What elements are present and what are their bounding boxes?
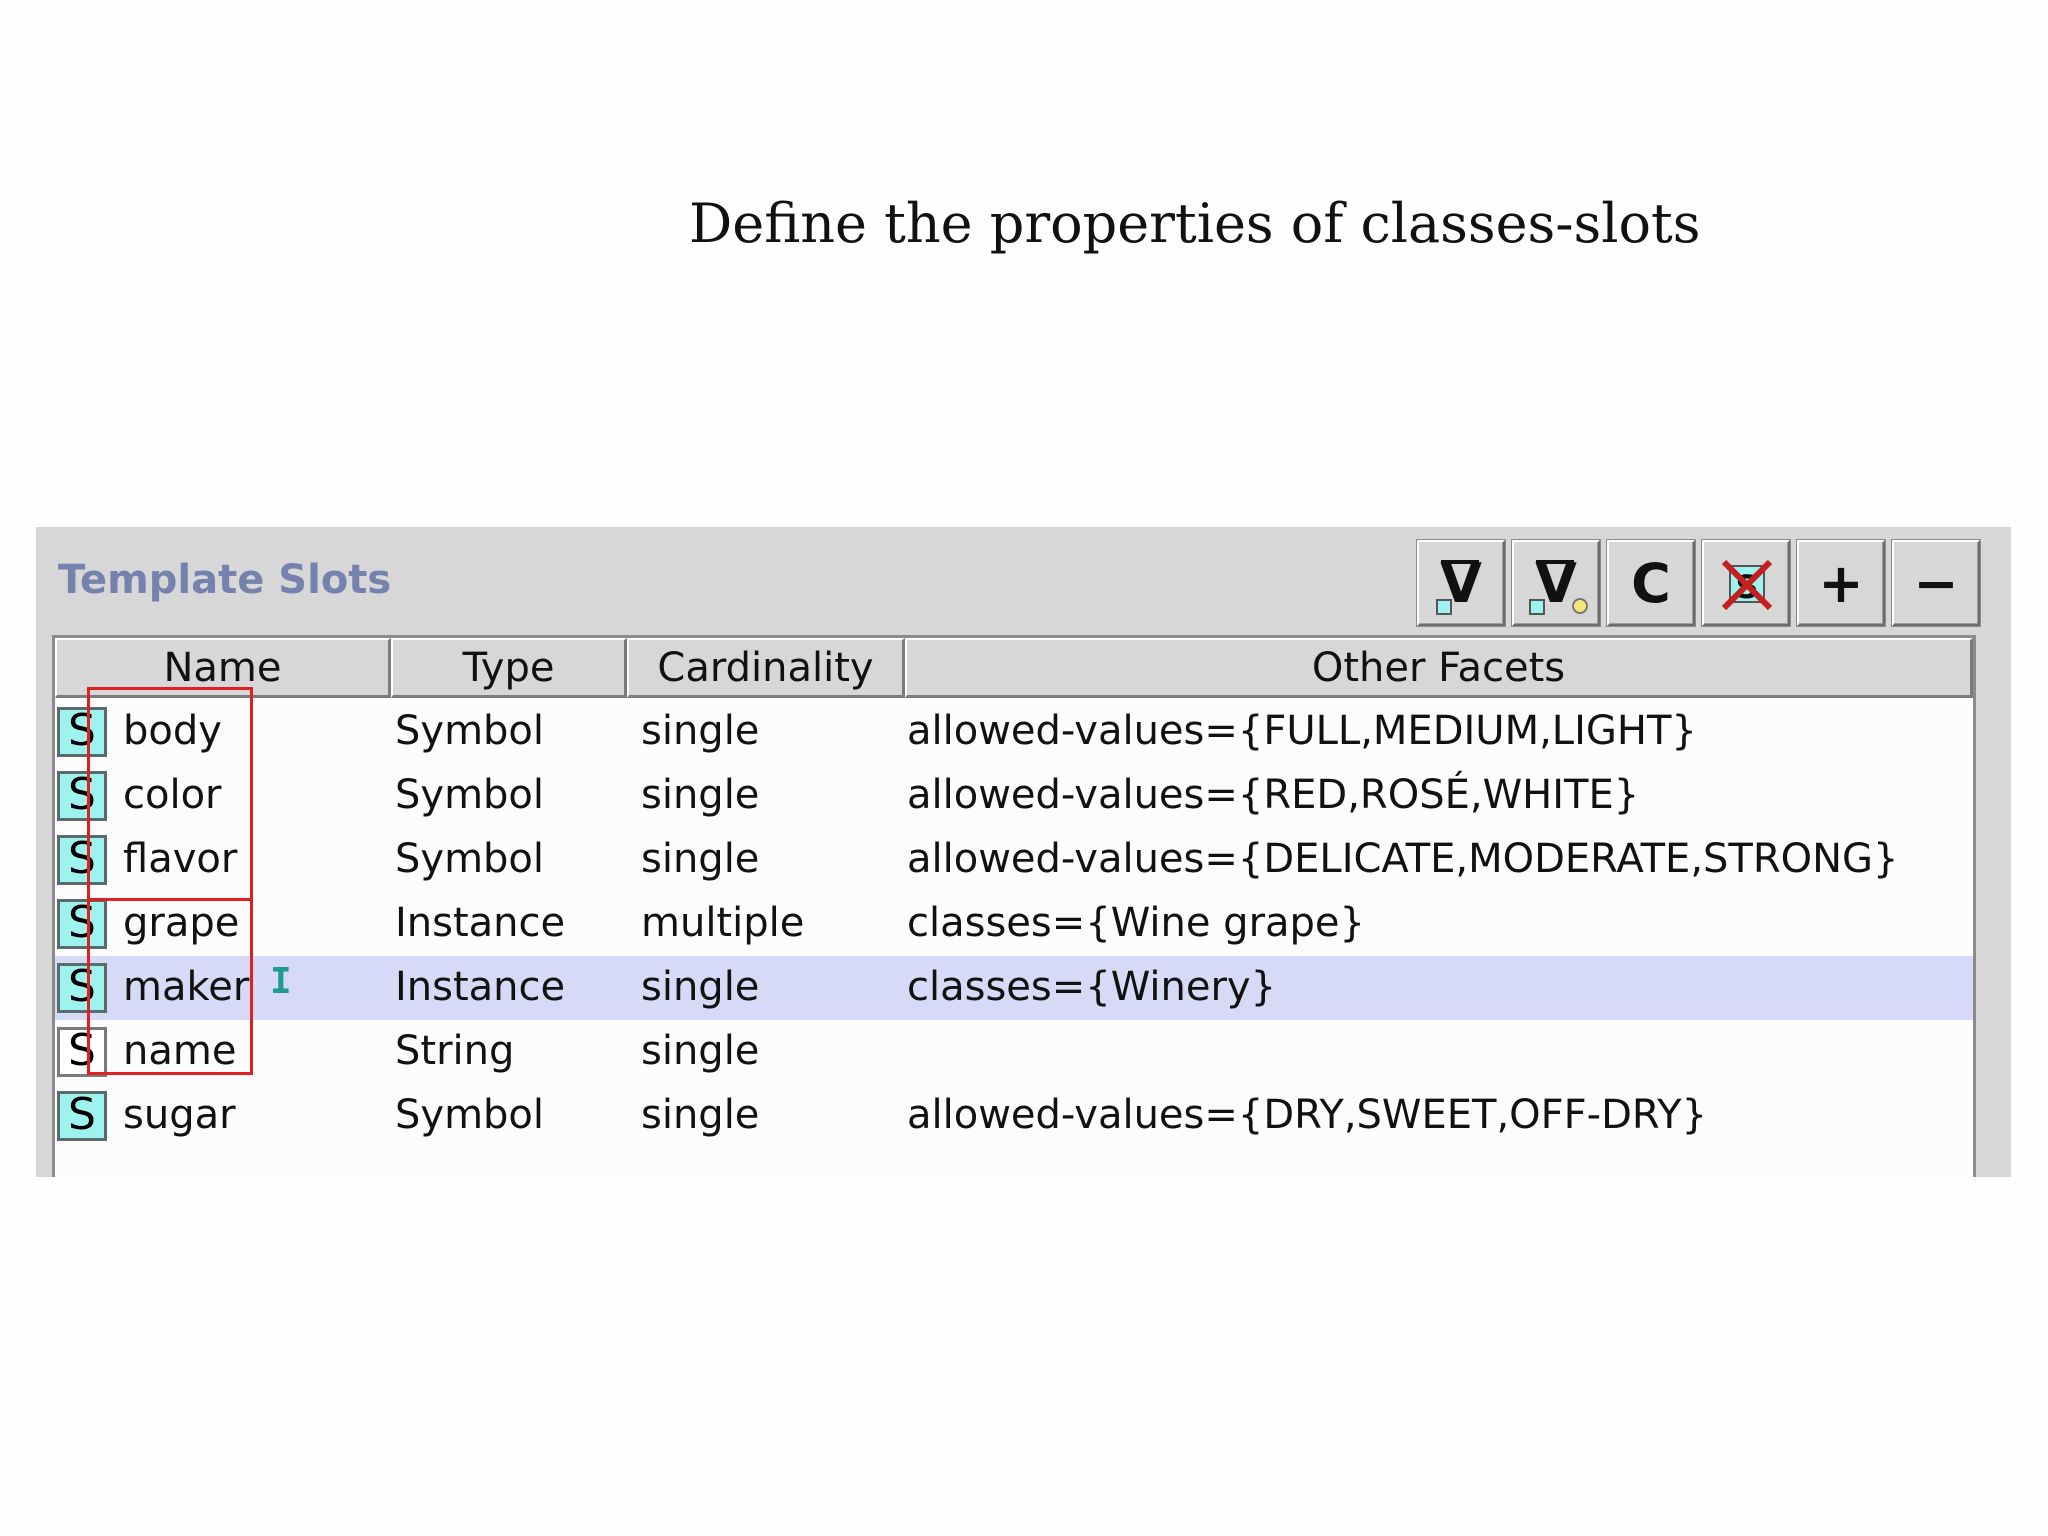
plus-icon: + xyxy=(1818,551,1864,615)
slot-type-cell: Instance xyxy=(395,964,566,1010)
slot-type-cell: String xyxy=(395,1028,515,1074)
remove-slot-button[interactable]: − xyxy=(1892,540,1980,626)
slot-name-cell: name xyxy=(123,1028,237,1074)
table-row[interactable]: Ssugar Symbol single allowed-values={DRY,SW… xyxy=(55,1084,1973,1148)
slide-title: Define the properties of classes-slots xyxy=(689,192,1701,255)
view-slot-icon: V xyxy=(1419,542,1503,624)
slot-icon: S xyxy=(57,963,107,1013)
slot-name-cell: body xyxy=(123,708,222,754)
slot-name-cell: color xyxy=(123,772,222,818)
slot-name-cell: flavor xyxy=(123,836,238,882)
slot-type-cell: Instance xyxy=(395,900,566,946)
slot-name-cell: sugar xyxy=(123,1092,236,1138)
slot-type-cell: Symbol xyxy=(395,1092,545,1138)
slot-cardinality-cell: single xyxy=(641,772,760,818)
remove-override-icon: S xyxy=(1704,542,1788,624)
slot-name-cell: grape xyxy=(123,900,240,946)
view-slot-button[interactable]: V xyxy=(1417,540,1505,626)
slot-cardinality-cell: single xyxy=(641,708,760,754)
column-header-name[interactable]: Name xyxy=(55,638,391,698)
view-facet-icon: V xyxy=(1514,542,1598,624)
slot-type-cell: Symbol xyxy=(395,836,545,882)
text-cursor-icon: I xyxy=(270,961,292,1002)
minus-icon: − xyxy=(1913,551,1959,615)
table-row[interactable]: Sname String single xyxy=(55,1020,1973,1084)
table-header: Name Type Cardinality Other Facets xyxy=(55,638,1973,698)
slot-cardinality-cell: single xyxy=(641,964,760,1010)
column-header-other-facets[interactable]: Other Facets xyxy=(905,638,1973,698)
slot-icon: S xyxy=(57,771,107,821)
template-slots-panel: Template Slots V V C + − Name Type Cardi… xyxy=(36,527,2011,1177)
create-slot-button[interactable]: C xyxy=(1607,540,1695,626)
slot-icon: S xyxy=(57,835,107,885)
slot-cardinality-cell: multiple xyxy=(641,900,805,946)
table-row[interactable]: Sbody Symbol single allowed-values={FULL,ME… xyxy=(55,700,1973,764)
create-icon: C xyxy=(1631,551,1671,615)
slot-toolbar: V V C S xyxy=(1417,540,1987,630)
slot-cardinality-cell: single xyxy=(641,836,760,882)
table-row[interactable]: Smaker Instance single classes={Winery} xyxy=(55,956,1973,1020)
add-slot-button[interactable]: + xyxy=(1797,540,1885,626)
slot-facets-cell: allowed-values={RED,ROSÉ,WHITE} xyxy=(907,772,1640,818)
slot-facets-cell: allowed-values={DRY,SWEET,OFF-DRY} xyxy=(907,1092,1708,1138)
slot-icon: S xyxy=(57,707,107,757)
view-facet-button[interactable]: V xyxy=(1512,540,1600,626)
slot-icon: S xyxy=(57,899,107,949)
column-header-cardinality[interactable]: Cardinality xyxy=(627,638,905,698)
table-row[interactable]: Sflavor Symbol single allowed-values={DELIC… xyxy=(55,828,1973,892)
slot-type-cell: Symbol xyxy=(395,708,545,754)
slot-facets-cell: allowed-values={DELICATE,MODERATE,STRONG… xyxy=(907,836,1899,882)
template-slots-table: Name Type Cardinality Other Facets Sbody… xyxy=(52,635,1976,1177)
slot-type-cell: Symbol xyxy=(395,772,545,818)
slot-cardinality-cell: single xyxy=(641,1092,760,1138)
slot-icon: S xyxy=(57,1027,107,1077)
column-header-type[interactable]: Type xyxy=(391,638,627,698)
table-row[interactable]: Sgrape Instance multiple classes={Wine grap… xyxy=(55,892,1973,956)
slot-facets-cell: allowed-values={FULL,MEDIUM,LIGHT} xyxy=(907,708,1697,754)
panel-title: Template Slots xyxy=(58,557,392,603)
slot-icon: S xyxy=(57,1091,107,1141)
table-row[interactable]: Scolor Symbol single allowed-values={RED,RO… xyxy=(55,764,1973,828)
slot-facets-cell: classes={Wine grape} xyxy=(907,900,1365,946)
slot-cardinality-cell: single xyxy=(641,1028,760,1074)
slot-facets-cell: classes={Winery} xyxy=(907,964,1277,1010)
slot-name-cell: maker xyxy=(123,964,250,1010)
remove-override-button[interactable]: S xyxy=(1702,540,1790,626)
